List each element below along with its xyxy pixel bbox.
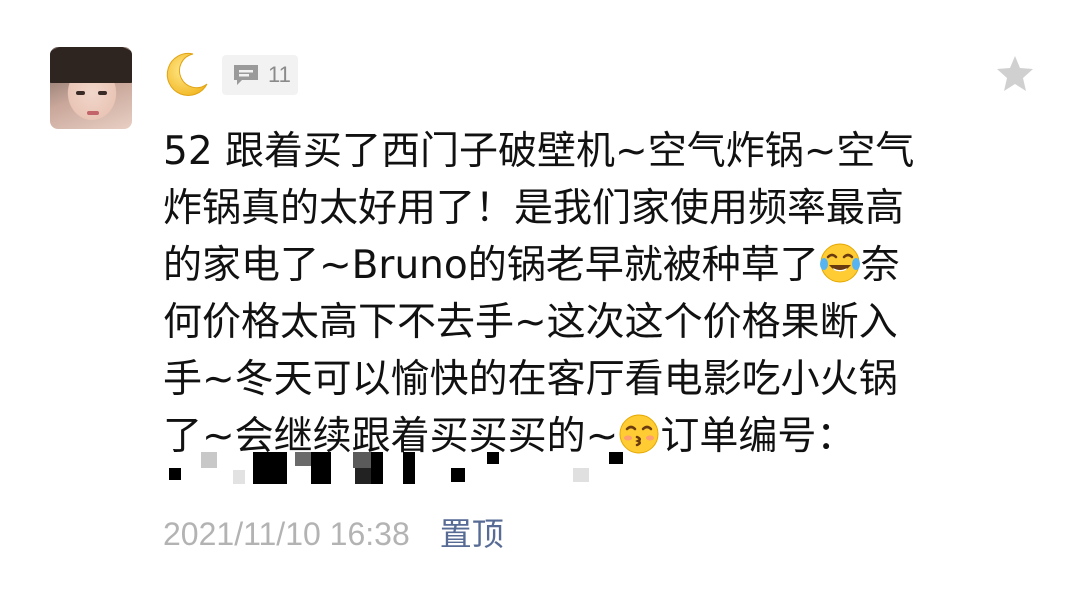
post-line: 52 跟着买了西门子破壁机~空气炸锅~空气 (163, 129, 915, 174)
avatar-lip (87, 111, 99, 115)
avatar[interactable] (50, 47, 132, 129)
post-line: 手~冬天可以愉快的在客厅看电影吃小火锅 (163, 357, 898, 402)
tears-of-joy-emoji-icon (819, 243, 860, 283)
comment-count: 11 (268, 62, 291, 87)
post-line: 何价格太高下不去手~这次这个价格果断入 (163, 300, 898, 345)
post-line: 炸锅真的太好用了！是我们家使用频率最高 (163, 186, 905, 231)
post-line: 的家电了~Bruno的锅老早就被种草了 奈 (163, 237, 943, 294)
star-icon[interactable] (995, 55, 1035, 93)
post-line-text: 订单编号： (660, 414, 856, 459)
comment-bubble-icon (234, 65, 258, 85)
avatar-hair (50, 47, 132, 83)
crescent-moon-emoji-icon[interactable] (163, 50, 211, 98)
post-line-text: 的家电了~Bruno的锅老早就被种草了 (163, 243, 819, 288)
post-line-text: 奈 (860, 243, 900, 288)
avatar-eye (98, 91, 107, 95)
pin-button[interactable]: 置顶 (440, 515, 504, 553)
avatar-eye (76, 91, 85, 95)
comment-count-chip[interactable]: 11 (222, 55, 298, 95)
post-meta: 2021/11/10 16:38 置顶 (163, 514, 504, 554)
redacted-order-number (165, 448, 635, 488)
post-timestamp: 2021/11/10 16:38 (163, 516, 410, 552)
post-body: 52 跟着买了西门子破壁机~空气炸锅~空气 炸锅真的太好用了！是我们家使用频率最… (163, 123, 943, 465)
